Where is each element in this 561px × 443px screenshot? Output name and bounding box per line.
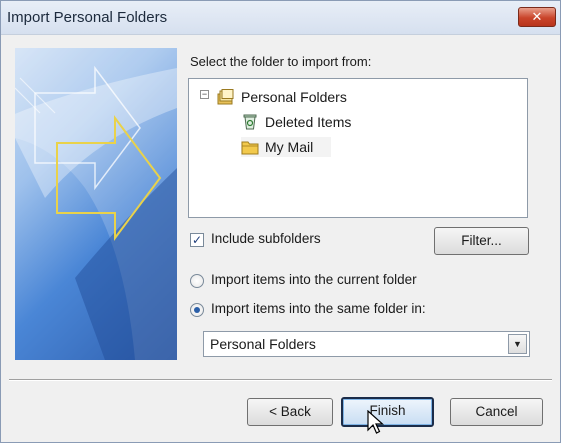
include-subfolders-label: Include subfolders [211, 231, 321, 246]
footer-separator [9, 379, 552, 381]
back-button[interactable]: < Back [247, 398, 333, 426]
chevron-down-icon[interactable]: ▼ [508, 334, 527, 354]
dialog-body: Select the folder to import from: Person… [1, 36, 560, 442]
radio-current-label: Import items into the current folder [211, 272, 417, 287]
tree-item-label: My Mail [265, 139, 314, 155]
arrow-graphic-icon [15, 48, 177, 360]
mouse-pointer-icon [367, 410, 385, 434]
title-bar[interactable]: Import Personal Folders ✕ [1, 1, 560, 35]
checkbox-box[interactable]: ✓ [190, 233, 204, 247]
tree-collapse-toggle[interactable]: − [200, 90, 209, 99]
import-prompt-label: Select the folder to import from: [190, 54, 372, 69]
radio-button[interactable] [190, 274, 204, 288]
target-folder-select[interactable]: Personal Folders ▼ [203, 331, 530, 357]
wizard-banner-image [15, 48, 177, 360]
tree-item-label: Personal Folders [241, 89, 347, 105]
window-title: Import Personal Folders [7, 9, 168, 26]
target-folder-value: Personal Folders [210, 336, 316, 352]
filter-button[interactable]: Filter... [434, 227, 529, 255]
personal-folders-icon [217, 89, 234, 105]
close-icon: ✕ [531, 9, 543, 24]
cancel-button[interactable]: Cancel [450, 398, 543, 426]
finish-button[interactable]: Finish [341, 397, 434, 427]
close-button[interactable]: ✕ [518, 7, 556, 27]
tree-item-label: Deleted Items [265, 114, 352, 130]
import-dialog: Import Personal Folders ✕ Select the fol… [0, 0, 561, 443]
folder-tree[interactable]: Personal Folders Deleted Items My Mail [188, 78, 528, 218]
recycle-bin-icon [243, 114, 257, 130]
tree-item-my-mail[interactable]: My Mail [241, 137, 331, 157]
radio-button[interactable] [190, 303, 204, 317]
radio-same-label: Import items into the same folder in: [211, 301, 426, 316]
folder-icon [241, 141, 259, 155]
